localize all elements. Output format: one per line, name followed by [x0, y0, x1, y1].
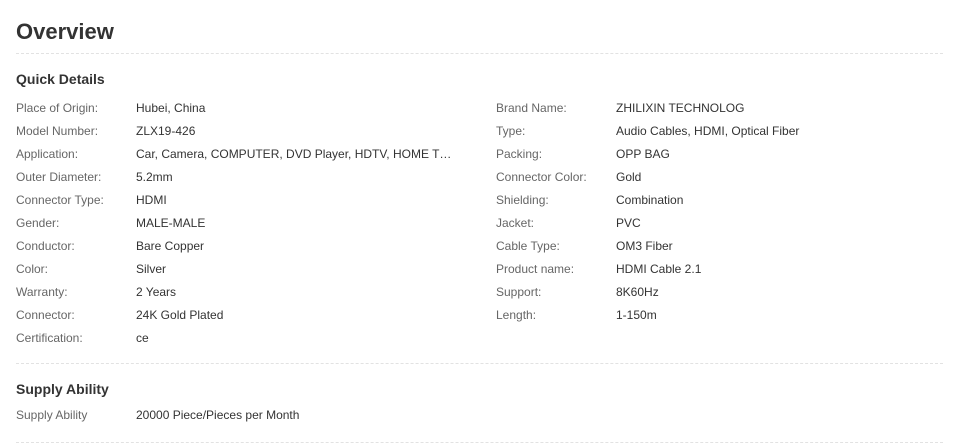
detail-value: ZLX19-426	[136, 123, 196, 138]
detail-value: MALE-MALE	[136, 215, 206, 230]
quick-details-right-column: Brand Name: ZHILIXIN TECHNOLOG Type: Audio …	[496, 96, 936, 326]
detail-value: OM3 Fiber	[616, 238, 673, 253]
detail-label: Color:	[16, 261, 49, 276]
detail-label: Certification:	[16, 330, 83, 345]
detail-label: Conductor:	[16, 238, 75, 253]
detail-value: 5.2mm	[136, 169, 173, 184]
detail-row: Color: Silver	[16, 257, 476, 280]
detail-value: 2 Years	[136, 284, 177, 299]
detail-value: OPP BAG	[616, 146, 670, 161]
detail-label: Supply Ability	[16, 407, 88, 422]
detail-row: Certification: ce	[16, 326, 476, 349]
detail-row: Support: 8K60Hz	[496, 280, 936, 303]
overview-title: Overview	[16, 19, 114, 44]
detail-row: Supply Ability 20000 Piece/Pieces per Mon…	[16, 403, 616, 426]
detail-label: Place of Origin:	[16, 100, 99, 115]
quick-details-title: Quick Details	[16, 71, 105, 87]
detail-label: Length:	[496, 307, 537, 322]
detail-row: Length: 1-150m	[496, 303, 936, 326]
detail-row: Application: Car, Camera, COMPUTER, DVD P…	[16, 142, 476, 165]
detail-row: Shielding: Combination	[496, 188, 936, 211]
detail-label: Application:	[16, 146, 79, 161]
detail-value: Silver	[136, 261, 167, 276]
divider	[16, 53, 943, 54]
detail-row: Connector: 24K Gold Plated	[16, 303, 476, 326]
supply-ability-list: Supply Ability 20000 Piece/Pieces per Mon…	[16, 403, 616, 426]
detail-value: 20000 Piece/Pieces per Month	[136, 407, 300, 422]
detail-row: Jacket: PVC	[496, 211, 936, 234]
detail-row: Type: Audio Cables, HDMI, Optical Fiber	[496, 119, 936, 142]
divider	[16, 363, 943, 364]
detail-label: Type:	[496, 123, 526, 138]
detail-value: Gold	[616, 169, 642, 184]
quick-details-left-column: Place of Origin: Hubei, China Model Number…	[16, 96, 476, 349]
detail-value: ce	[136, 330, 149, 345]
detail-label: Connector Color:	[496, 169, 587, 184]
detail-row: Conductor: Bare Copper	[16, 234, 476, 257]
detail-row: Connector Color: Gold	[496, 165, 936, 188]
detail-value: HDMI	[136, 192, 167, 207]
detail-row: Packing: OPP BAG	[496, 142, 936, 165]
detail-label: Brand Name:	[496, 100, 567, 115]
product-overview-panel: Overview Quick Details Place of Origin: H…	[0, 0, 960, 446]
detail-row: Gender: MALE-MALE	[16, 211, 476, 234]
detail-value: 24K Gold Plated	[136, 307, 224, 322]
detail-value: Combination	[616, 192, 684, 207]
detail-value: PVC	[616, 215, 641, 230]
detail-label: Connector:	[16, 307, 75, 322]
detail-label: Warranty:	[16, 284, 68, 299]
detail-label: Outer Diameter:	[16, 169, 102, 184]
detail-row: Outer Diameter: 5.2mm	[16, 165, 476, 188]
supply-ability-title: Supply Ability	[16, 381, 109, 397]
detail-row: Cable Type: OM3 Fiber	[496, 234, 936, 257]
detail-row: Product name: HDMI Cable 2.1	[496, 257, 936, 280]
detail-value: 8K60Hz	[616, 284, 659, 299]
detail-value: ZHILIXIN TECHNOLOG	[616, 100, 745, 115]
detail-row: Brand Name: ZHILIXIN TECHNOLOG	[496, 96, 936, 119]
detail-label: Cable Type:	[496, 238, 560, 253]
detail-label: Product name:	[496, 261, 575, 276]
detail-value: HDMI Cable 2.1	[616, 261, 702, 276]
detail-label: Model Number:	[16, 123, 99, 138]
detail-label: Support:	[496, 284, 542, 299]
detail-label: Connector Type:	[16, 192, 104, 207]
detail-label: Packing:	[496, 146, 543, 161]
detail-value: Car, Camera, COMPUTER, DVD Player, HDTV,…	[136, 146, 458, 161]
detail-label: Shielding:	[496, 192, 549, 207]
detail-value: Audio Cables, HDMI, Optical Fiber	[616, 123, 800, 138]
detail-label: Gender:	[16, 215, 60, 230]
detail-label: Jacket:	[496, 215, 535, 230]
detail-value: Hubei, China	[136, 100, 206, 115]
detail-row: Warranty: 2 Years	[16, 280, 476, 303]
divider	[16, 442, 943, 443]
detail-row: Connector Type: HDMI	[16, 188, 476, 211]
detail-value: 1-150m	[616, 307, 657, 322]
detail-row: Model Number: ZLX19-426	[16, 119, 476, 142]
detail-row: Place of Origin: Hubei, China	[16, 96, 476, 119]
detail-value: Bare Copper	[136, 238, 205, 253]
